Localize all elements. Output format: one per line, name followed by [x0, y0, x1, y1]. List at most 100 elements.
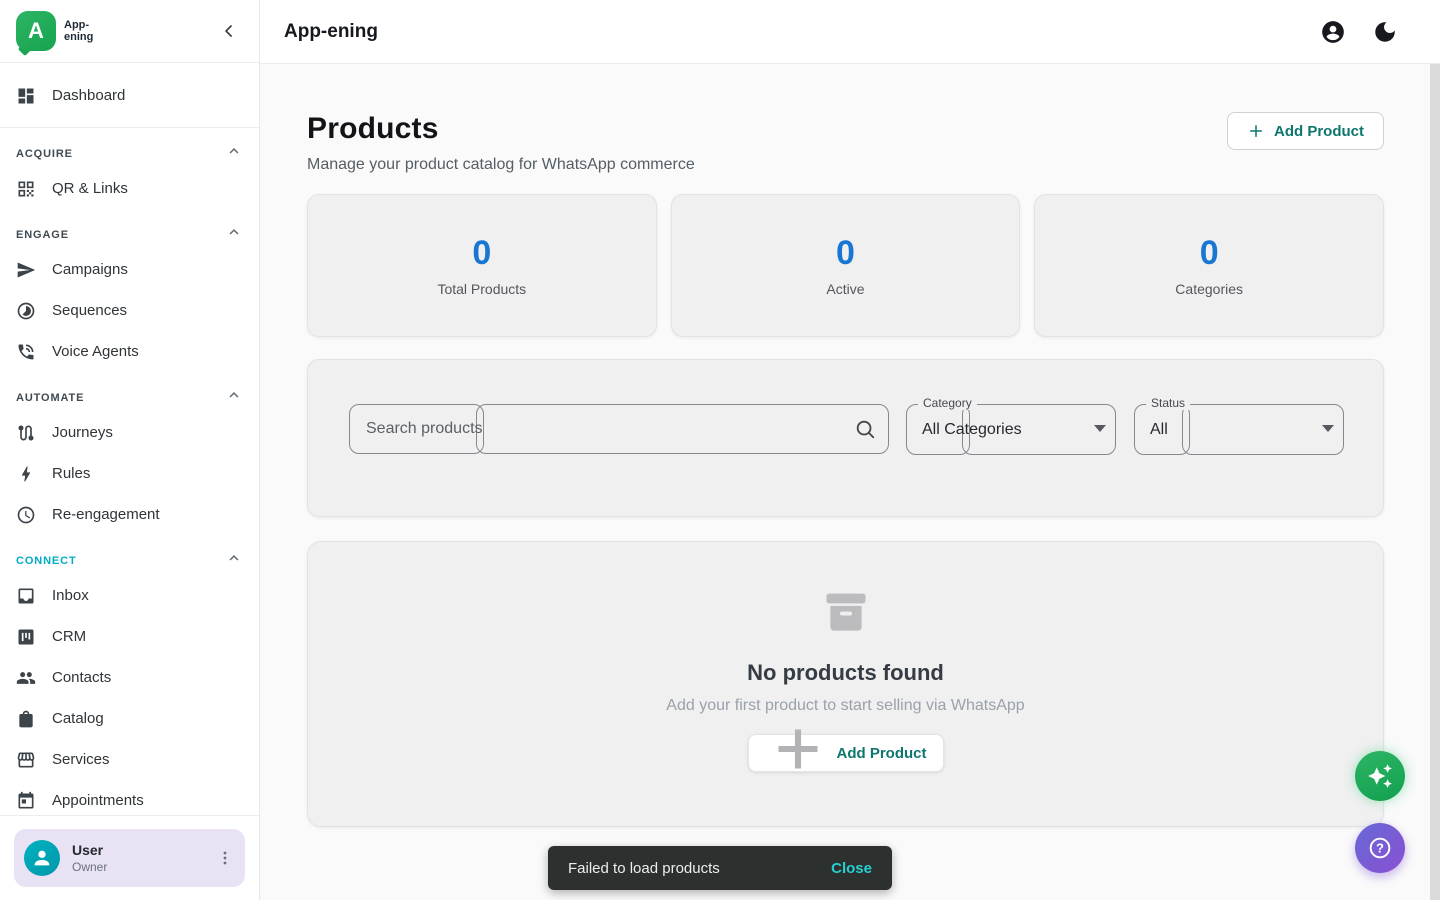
chevron-left-icon	[219, 21, 239, 41]
sidebar-footer: User Owner	[0, 815, 259, 900]
sidebar-nav: Dashboard ACQUIRE QR & Links ENGAGE Camp…	[0, 64, 259, 815]
section-header-automate[interactable]: AUTOMATE	[0, 372, 259, 412]
page-title: Products	[307, 112, 695, 146]
category-select-value: All Categories	[922, 404, 1022, 455]
search-icon	[854, 418, 876, 440]
timelapse-icon	[16, 301, 36, 321]
send-icon	[16, 260, 36, 280]
user-card[interactable]: User Owner	[14, 829, 245, 887]
plus-icon	[1247, 122, 1265, 140]
sidebar-item-appointments[interactable]: Appointments	[0, 780, 259, 815]
sidebar-item-re-engagement[interactable]: Re-engagement	[0, 494, 259, 535]
user-role: Owner	[72, 860, 107, 874]
stat-value: 0	[1200, 234, 1219, 273]
section-label: ACQUIRE	[16, 148, 73, 160]
empty-state-card: No products found Add your first product…	[307, 541, 1384, 827]
section-label: AUTOMATE	[16, 392, 84, 404]
section-header-connect[interactable]: CONNECT	[0, 535, 259, 575]
sidebar-item-voice-agents[interactable]: Voice Agents	[0, 331, 259, 372]
sidebar-header: A App- ening	[0, 0, 259, 63]
account-circle-icon[interactable]	[1320, 19, 1346, 45]
section-label: ENGAGE	[16, 229, 69, 241]
sidebar-item-label: Rules	[52, 465, 90, 482]
empty-state-title: No products found	[747, 660, 944, 686]
dashboard-icon	[16, 86, 36, 106]
sidebar-item-rules[interactable]: Rules	[0, 453, 259, 494]
qr-code-icon	[16, 179, 36, 199]
dark-mode-icon[interactable]	[1372, 19, 1398, 45]
sidebar-item-label: Contacts	[52, 669, 111, 686]
category-select-label: Category	[918, 396, 977, 410]
clock-icon	[16, 505, 36, 525]
arrow-drop-down-icon	[1322, 425, 1334, 432]
user-name: User	[72, 842, 107, 858]
filters-card: Category All Categories Status All	[307, 359, 1384, 517]
stat-value: 0	[836, 234, 855, 273]
sidebar-item-contacts[interactable]: Contacts	[0, 657, 259, 698]
user-avatar	[24, 840, 60, 876]
sidebar-item-services[interactable]: Services	[0, 739, 259, 780]
brand-name: App- ening	[64, 19, 93, 43]
search-products-field[interactable]	[349, 404, 889, 454]
sidebar-item-crm[interactable]: CRM	[0, 616, 259, 657]
sidebar-item-label: Services	[52, 751, 110, 768]
storefront-icon	[16, 750, 36, 770]
sidebar-item-sequences[interactable]: Sequences	[0, 290, 259, 331]
sidebar-item-label: Appointments	[52, 792, 144, 809]
help-icon: ?	[1367, 835, 1393, 861]
sidebar-item-label: Journeys	[52, 424, 113, 441]
stats-row: 0 Total Products 0 Active 0 Categories	[307, 194, 1384, 337]
chevron-up-icon	[225, 142, 243, 160]
chevron-up-icon	[225, 386, 243, 404]
toast-message: Failed to load products	[568, 860, 720, 877]
ai-assistant-fab[interactable]	[1355, 751, 1405, 801]
empty-add-product-button[interactable]: Add Product	[748, 734, 944, 772]
sidebar-item-qr-links[interactable]: QR & Links	[0, 168, 259, 209]
stat-label: Categories	[1175, 281, 1243, 297]
main-content: Products Manage your product catalog for…	[260, 64, 1440, 900]
topbar-title: App-ening	[284, 21, 378, 43]
bolt-icon	[16, 464, 36, 484]
sidebar-item-label: CRM	[52, 628, 86, 645]
sidebar-item-dashboard[interactable]: Dashboard	[0, 75, 259, 116]
section-label: CONNECT	[16, 555, 77, 567]
sidebar-item-label: Catalog	[52, 710, 104, 727]
status-select[interactable]: Status All	[1134, 404, 1344, 455]
sidebar-item-label: Campaigns	[52, 261, 128, 278]
page-scrollbar[interactable]	[1430, 64, 1440, 900]
phone-in-talk-icon	[16, 342, 36, 362]
help-fab[interactable]: ?	[1355, 823, 1405, 873]
sidebar: A App- ening Dashboard ACQUIRE QR & Link…	[0, 0, 260, 900]
sparkles-icon	[1367, 763, 1393, 789]
arrow-drop-down-icon	[1094, 425, 1106, 432]
empty-state-subtitle: Add your first product to start selling …	[666, 697, 1024, 715]
sidebar-item-label: Voice Agents	[52, 343, 139, 360]
section-header-engage[interactable]: ENGAGE	[0, 209, 259, 249]
search-input[interactable]	[349, 404, 889, 454]
logo-letter: A	[28, 18, 44, 44]
sidebar-item-label: Re-engagement	[52, 506, 160, 523]
stat-value: 0	[472, 234, 491, 273]
sidebar-item-inbox[interactable]: Inbox	[0, 575, 259, 616]
sidebar-item-label: Sequences	[52, 302, 127, 319]
svg-text:?: ?	[1376, 841, 1384, 856]
kanban-icon	[16, 627, 36, 647]
kebab-menu-icon[interactable]	[215, 848, 235, 868]
sidebar-item-campaigns[interactable]: Campaigns	[0, 249, 259, 290]
section-header-acquire[interactable]: ACQUIRE	[0, 128, 259, 168]
add-product-button[interactable]: Add Product	[1227, 112, 1384, 150]
topbar: App-ening	[260, 0, 1440, 64]
sidebar-item-journeys[interactable]: Journeys	[0, 412, 259, 453]
stat-label: Total Products	[437, 281, 526, 297]
app-logo: A	[16, 11, 56, 51]
sidebar-collapse-button[interactable]	[215, 17, 243, 45]
category-select[interactable]: Category All Categories	[906, 404, 1116, 455]
toast-close-button[interactable]: Close	[831, 860, 872, 877]
plus-icon	[772, 723, 824, 775]
status-select-label: Status	[1146, 396, 1190, 410]
people-icon	[16, 668, 36, 688]
toast-snackbar: Failed to load products Close	[548, 846, 892, 890]
stat-card-total-products: 0 Total Products	[307, 194, 657, 337]
stat-card-categories: 0 Categories	[1034, 194, 1384, 337]
sidebar-item-catalog[interactable]: Catalog	[0, 698, 259, 739]
